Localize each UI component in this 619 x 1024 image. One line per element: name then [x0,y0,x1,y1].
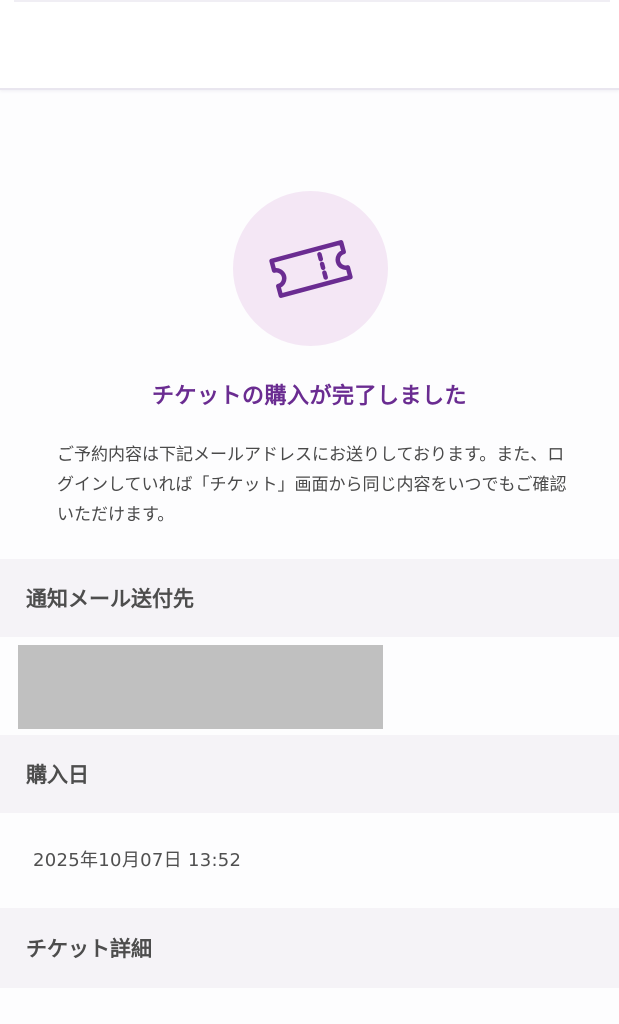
redacted-email-address [18,645,383,729]
purchase-complete-page: チケットの購入が完了しました ご予約内容は下記メールアドレスにお送りしております… [0,0,619,1024]
success-title: チケットの購入が完了しました [151,384,467,409]
ticket-icon [268,239,353,298]
confirmation-description: ご予約内容は下記メールアドレスにお送りしております。また、ログインしていれば「チ… [57,445,567,525]
purchase-date-section-header: 購入日 [0,735,619,813]
ticket-details-section-header: チケット詳細 [0,908,619,988]
header-card-edge [14,0,610,2]
purchase-date-section-label: 購入日 [26,763,89,787]
header-card [0,0,619,90]
purchase-date-value: 2025年10月07日 13:52 [33,850,242,871]
ticket-details-section-label: チケット詳細 [26,937,152,961]
email-section-header: 通知メール送付先 [0,559,619,637]
email-section-label: 通知メール送付先 [26,587,194,611]
ticket-icon-circle [233,191,388,346]
